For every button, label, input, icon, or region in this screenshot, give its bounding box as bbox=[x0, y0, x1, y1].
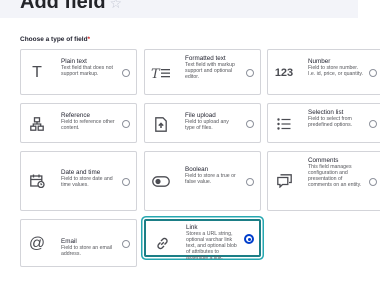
radio-button[interactable] bbox=[122, 240, 130, 248]
link-icon bbox=[150, 235, 174, 251]
star-icon[interactable]: ☆ bbox=[110, 0, 123, 11]
number-icon: 123 bbox=[274, 67, 294, 79]
svg-text:T: T bbox=[151, 67, 161, 80]
field-type-date-and-time[interactable]: Date and time Field to store date and ti… bbox=[20, 151, 137, 211]
page-header: Add field ☆ bbox=[0, 0, 358, 18]
formatted-text-icon: T bbox=[149, 65, 173, 81]
field-type-reference[interactable]: Reference Field to reference other conte… bbox=[20, 103, 137, 143]
file-upload-icon bbox=[149, 116, 173, 132]
page-title-text: Add field bbox=[20, 0, 106, 13]
field-type-label-text: Choose a type of field bbox=[20, 36, 88, 43]
radio-button[interactable] bbox=[122, 69, 130, 77]
selection-list-icon bbox=[272, 116, 296, 132]
field-type-link[interactable]: Link Stores a URL string, optional varch… bbox=[144, 219, 261, 261]
field-type-description: Text field with markup support and optio… bbox=[185, 62, 235, 81]
field-type-description: Field to store a true or false value. bbox=[185, 173, 236, 186]
radio-button[interactable] bbox=[122, 120, 130, 128]
field-type-email[interactable]: @ Email Field to store an email address. bbox=[20, 219, 137, 267]
field-type-selection-list[interactable]: Selection list Field to select from pred… bbox=[267, 103, 380, 143]
field-type-description: Field to upload any type of files. bbox=[185, 119, 229, 132]
field-type-description: Text field that does not support markup. bbox=[61, 65, 113, 78]
radio-button[interactable] bbox=[246, 120, 254, 128]
field-type-description: Field to store number. I.e. id, price, o… bbox=[308, 65, 363, 78]
field-type-description: Field to reference other content. bbox=[61, 119, 115, 132]
field-type-boolean[interactable]: Boolean Field to store a true or false v… bbox=[144, 151, 261, 211]
toggle-icon bbox=[149, 173, 173, 189]
required-marker: * bbox=[87, 36, 91, 43]
field-type-description: This field manages configuration and pre… bbox=[308, 164, 362, 189]
field-type-comments[interactable]: Comments This field manages configuratio… bbox=[267, 151, 380, 211]
plain-text-icon: T bbox=[32, 64, 42, 81]
field-type-description: Field to select from predefined options. bbox=[308, 116, 353, 129]
at-sign-icon: @ bbox=[28, 235, 46, 252]
field-type-label: Choose a type of field* bbox=[20, 36, 90, 43]
radio-button-selected[interactable] bbox=[244, 234, 254, 244]
field-type-description: Stores a URL string, optional varchar li… bbox=[186, 231, 237, 262]
radio-button[interactable] bbox=[122, 178, 130, 186]
comments-icon bbox=[272, 173, 296, 189]
radio-button[interactable] bbox=[369, 178, 377, 186]
radio-button[interactable] bbox=[246, 178, 254, 186]
page-title: Add field ☆ bbox=[20, 0, 122, 14]
field-type-description: Field to store an email address. bbox=[61, 245, 113, 258]
field-type-number[interactable]: 123 Number Field to store number. I.e. i… bbox=[267, 49, 380, 95]
field-type-formatted-text[interactable]: T Formatted text Text field with markup … bbox=[144, 49, 261, 95]
radio-button[interactable] bbox=[369, 120, 377, 128]
reference-icon bbox=[25, 116, 49, 132]
calendar-icon bbox=[25, 173, 49, 189]
field-type-description: Field to store date and time values. bbox=[61, 176, 113, 189]
field-type-plain-text[interactable]: T Plain text Text field that does not su… bbox=[20, 49, 137, 95]
radio-button[interactable] bbox=[246, 69, 254, 77]
radio-button[interactable] bbox=[369, 69, 377, 77]
field-type-file-upload[interactable]: File upload Field to upload any type of … bbox=[144, 103, 261, 143]
